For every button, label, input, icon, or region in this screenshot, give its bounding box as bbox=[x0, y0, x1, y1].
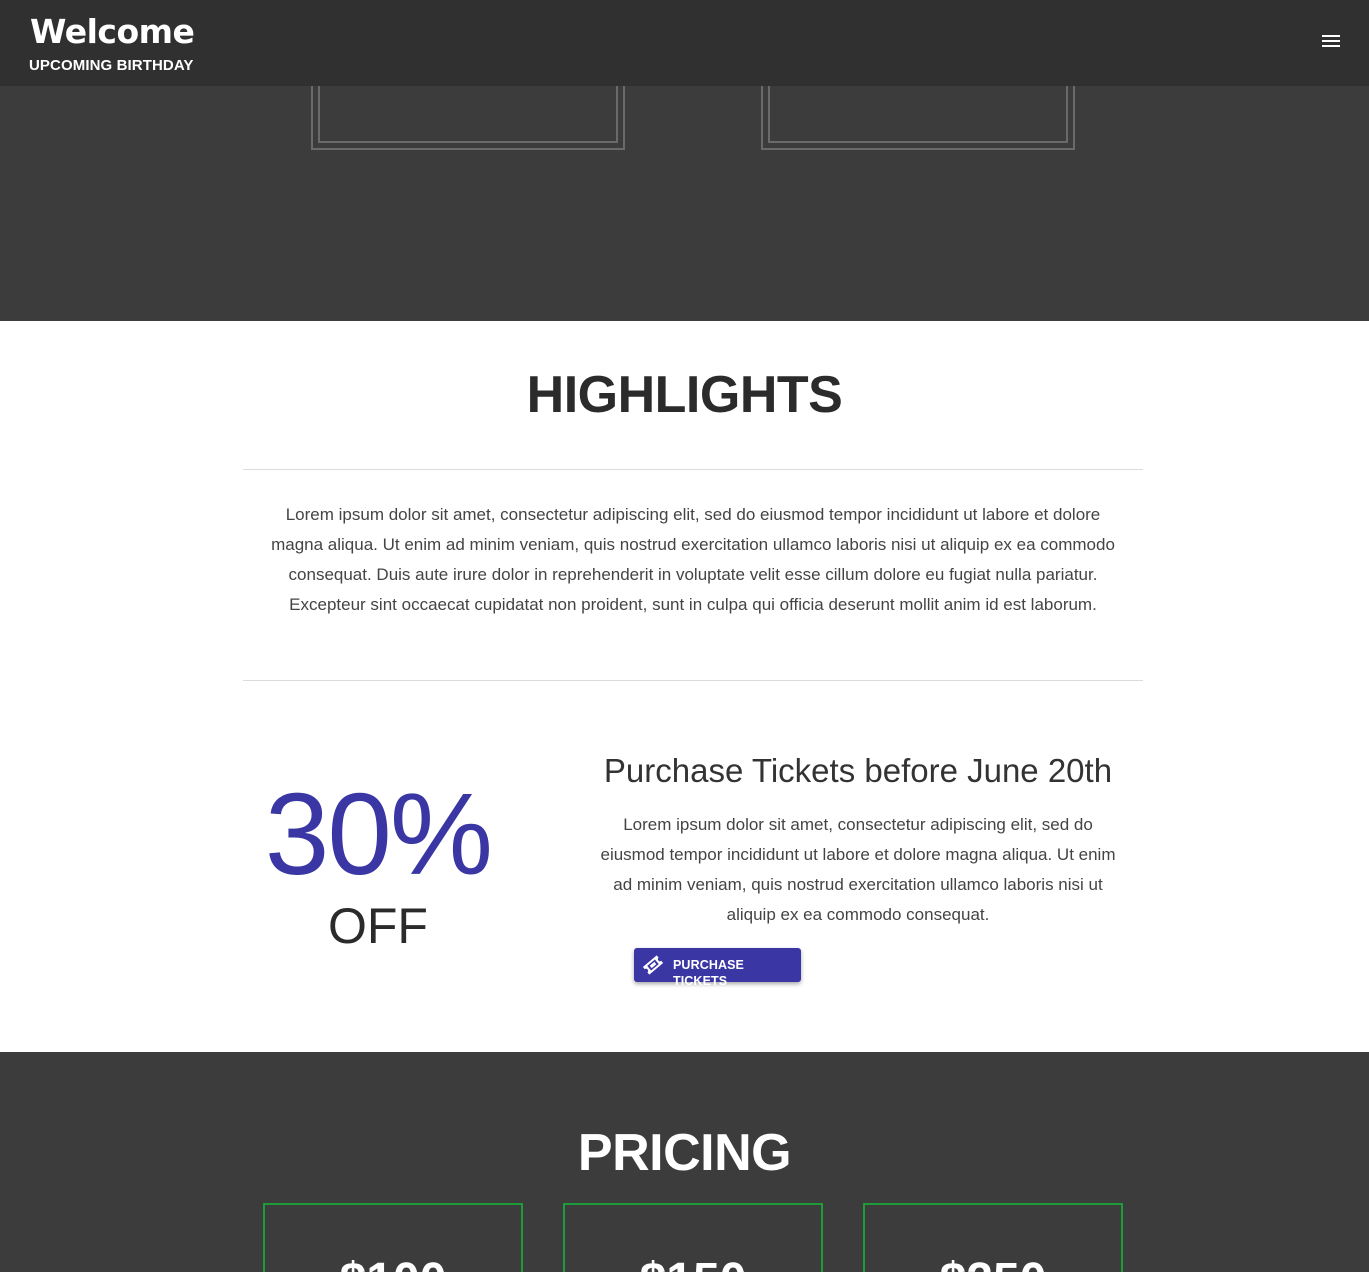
menu-icon[interactable] bbox=[1318, 30, 1346, 54]
price-amount: $100 bbox=[265, 1253, 521, 1272]
pricing-title: PRICING bbox=[577, 1124, 792, 1182]
highlights-body: Lorem ipsum dolor sit amet, consectetur … bbox=[271, 505, 1115, 614]
hero-frame-left bbox=[311, 76, 625, 150]
ticket-icon bbox=[642, 955, 664, 975]
price-card[interactable]: $100 bbox=[263, 1203, 523, 1272]
divider bbox=[243, 469, 1143, 470]
menu-icon-bar bbox=[1322, 40, 1340, 42]
pricing-section: PRICING $100 $150 $250 bbox=[0, 1052, 1369, 1272]
purchase-tickets-button[interactable]: PURCHASE TICKETS bbox=[634, 948, 801, 988]
promo-body: Lorem ipsum dolor sit amet, consectetur … bbox=[600, 815, 1116, 924]
purchase-tickets-label: PURCHASE TICKETS bbox=[673, 958, 744, 988]
price-amount: $250 bbox=[865, 1253, 1121, 1272]
price-card[interactable]: $250 bbox=[863, 1203, 1123, 1272]
highlights-title: HIGHLIGHTS bbox=[526, 366, 843, 424]
menu-icon-bar bbox=[1322, 45, 1340, 47]
discount-percent: 30% bbox=[264, 769, 493, 899]
promo-title: Purchase Tickets before June 20th bbox=[603, 752, 1113, 789]
price-card[interactable]: $150 bbox=[563, 1203, 823, 1272]
discount-suffix: OFF bbox=[328, 898, 428, 954]
divider bbox=[243, 680, 1143, 681]
hero-frame-right bbox=[761, 76, 1075, 150]
brand-subtitle: UPCOMING BIRTHDAY bbox=[29, 57, 194, 74]
app-bar: Welcome UPCOMING BIRTHDAY bbox=[0, 0, 1369, 86]
hero-section bbox=[0, 76, 1369, 321]
menu-icon-bar bbox=[1322, 35, 1340, 37]
price-amount: $150 bbox=[565, 1253, 821, 1272]
brand-title[interactable]: Welcome bbox=[30, 12, 195, 52]
